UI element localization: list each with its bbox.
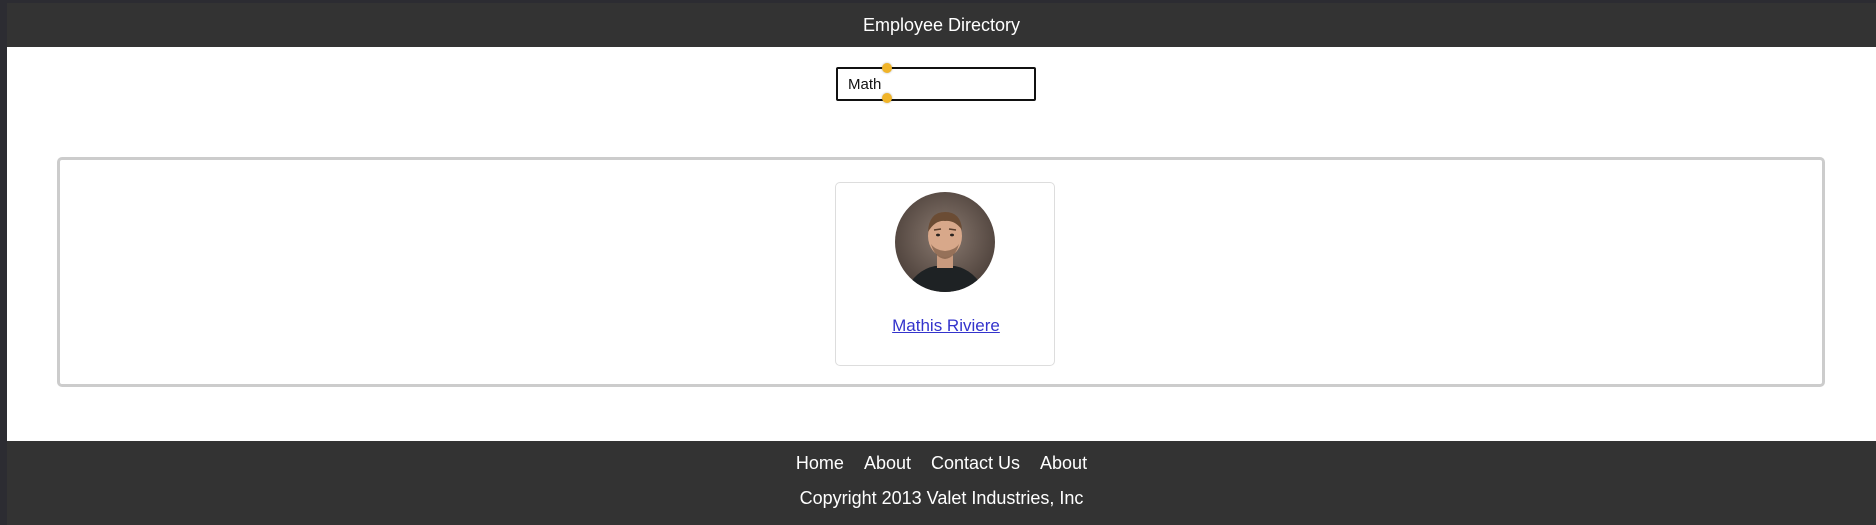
text-cursor-top-handle-icon [882, 63, 892, 73]
page: Employee Directory Math Mathis Riviere H… [7, 3, 1876, 525]
avatar[interactable] [895, 192, 995, 292]
search-input[interactable] [836, 67, 1036, 101]
app-header: Employee Directory [7, 3, 1876, 47]
app-footer: Home About Contact Us About Copyright 20… [7, 441, 1876, 525]
person-photo-icon [895, 192, 995, 292]
footer-link-about[interactable]: About [864, 453, 911, 474]
employee-name-link[interactable]: Mathis Riviere [836, 316, 1056, 336]
text-cursor-bottom-handle-icon [882, 93, 892, 103]
footer-nav: Home About Contact Us About [7, 453, 1876, 474]
results-panel: Mathis Riviere [57, 157, 1825, 387]
copyright-text: Copyright 2013 Valet Industries, Inc [799, 488, 1084, 508]
footer-link-about-2[interactable]: About [1040, 453, 1087, 474]
footer-link-contact-us[interactable]: Contact Us [931, 453, 1020, 474]
page-title: Employee Directory [862, 14, 1021, 35]
footer-link-home[interactable]: Home [796, 453, 844, 474]
employee-card: Mathis Riviere [835, 182, 1055, 366]
